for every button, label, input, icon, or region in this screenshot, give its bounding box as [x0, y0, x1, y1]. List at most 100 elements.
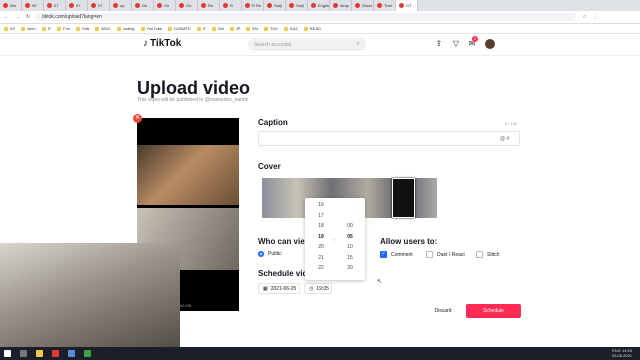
browser-tab[interactable]: Tree — [374, 0, 396, 11]
privacy-public-option[interactable]: Public — [258, 251, 282, 257]
bookmark-label: IT — [202, 26, 207, 31]
browser-tab[interactable]: strap — [330, 0, 352, 11]
bookmark-item[interactable]: KZ — [4, 26, 15, 31]
search-placeholder: Search accounts — [254, 41, 292, 48]
upload-icon[interactable]: ⇪ — [434, 39, 444, 49]
tab-favicon-icon — [311, 3, 316, 8]
minute-column[interactable]: 00 05 10 15 20 — [340, 223, 360, 272]
avatar[interactable] — [485, 39, 495, 49]
bookmark-label: Dili — [218, 26, 224, 31]
remove-video-button[interactable]: ✕ — [133, 114, 142, 123]
browser-tab[interactable]: Sarji — [264, 0, 286, 11]
browser-tab[interactable]: Englis — [308, 0, 330, 11]
tab-label: Glose — [362, 3, 373, 8]
bookmark-item[interactable]: JP — [229, 26, 241, 31]
bookmark-item[interactable]: READ — [303, 26, 321, 31]
search-taskbar-icon[interactable] — [20, 350, 27, 357]
chrome-icon[interactable] — [52, 350, 59, 357]
app-icon[interactable] — [68, 350, 75, 357]
browser-tab[interactable]: We — [0, 0, 22, 11]
browser-tab[interactable]: R — [220, 0, 242, 11]
time-option[interactable]: 10 — [340, 244, 360, 251]
browser-tab[interactable]: 0E — [22, 0, 44, 11]
time-separator: : — [334, 238, 336, 244]
inbox-filter-icon[interactable]: ▽ — [451, 39, 461, 49]
hour-column[interactable]: 16 17 18 19 20 21 22 — [311, 202, 331, 272]
search-icon[interactable]: ⌕ — [357, 41, 360, 48]
address-bar[interactable]: tiktok.com/upload?lang=en — [36, 13, 577, 21]
time-option[interactable]: 18 — [311, 223, 331, 230]
bookmark-label: Aero — [27, 26, 36, 31]
browser-tab[interactable]: 07 — [44, 0, 66, 11]
bookmark-item[interactable]: WDC — [95, 26, 111, 31]
time-option[interactable]: 00 — [340, 223, 360, 230]
back-icon[interactable]: ← — [4, 14, 9, 20]
bookmark-item[interactable]: IT — [196, 26, 207, 31]
schedule-time-field[interactable]: ◷ 19:05 — [304, 283, 332, 294]
hashtag-icon[interactable]: # — [506, 136, 509, 142]
discard-button[interactable]: Discard — [420, 304, 466, 318]
reload-icon[interactable]: ↻ — [26, 14, 30, 20]
caption-input[interactable] — [258, 131, 520, 146]
stitch-checkbox[interactable] — [476, 251, 483, 258]
allow-users-label: Allow users to: — [380, 237, 438, 246]
bookmark-item[interactable]: DONATE — [168, 26, 191, 31]
browser-tab[interactable]: R Re — [242, 0, 264, 11]
schedule-button[interactable]: Schedule — [466, 304, 521, 318]
browser-tab[interactable]: up — [110, 0, 132, 11]
at-mention-icon[interactable]: @ — [500, 136, 505, 142]
time-option[interactable]: 16 — [311, 202, 331, 209]
bookmark-item[interactable]: EN — [246, 26, 258, 31]
browser-tab[interactable]: Glose — [352, 0, 374, 11]
windows-start-icon[interactable] — [4, 350, 11, 357]
bookmark-label: JP — [235, 26, 241, 31]
cover-selector[interactable] — [392, 178, 415, 218]
bookmark-item[interactable]: Fun — [57, 26, 70, 31]
allow-comment[interactable]: ✓ Comment — [380, 251, 413, 258]
explorer-icon[interactable] — [36, 350, 43, 357]
time-option[interactable]: 19 — [311, 234, 331, 241]
bookmark-item[interactable]: Aero — [21, 26, 36, 31]
allow-duet[interactable]: Duet / React — [426, 251, 465, 258]
browser-tab[interactable]: Re — [198, 0, 220, 11]
bookmark-item[interactable]: TUK — [263, 26, 278, 31]
browser-tab[interactable]: GT — [396, 0, 418, 11]
forward-icon[interactable]: → — [15, 14, 20, 20]
time-option[interactable]: 17 — [311, 213, 331, 220]
browser-tab[interactable]: 07 — [88, 0, 110, 11]
logo-text: TikTok — [150, 38, 182, 49]
folder-icon — [196, 26, 201, 31]
bookmark-item[interactable]: KAZ — [283, 26, 298, 31]
tiktok-logo[interactable]: ♪ TikTok — [143, 38, 181, 49]
bookmark-item[interactable]: coding — [116, 26, 135, 31]
tab-label: Tree — [384, 3, 393, 8]
browser-tab[interactable]: Ge — [132, 0, 154, 11]
bookmark-item[interactable]: Soft — [76, 26, 89, 31]
browser-tab[interactable]: Sarji — [286, 0, 308, 11]
browser-tab[interactable]: 07 — [66, 0, 88, 11]
browser-tab-strip: We 0E 07 07 07 up Ge Ge Go Re R R Re Sarji Sarji Engli… — [0, 0, 640, 11]
time-option[interactable]: 15 — [340, 255, 360, 262]
comment-checkbox[interactable]: ✓ — [380, 251, 387, 258]
time-option[interactable]: 21 — [311, 255, 331, 262]
allow-stitch[interactable]: Stitch — [476, 251, 500, 258]
duet-checkbox[interactable] — [426, 251, 433, 258]
bookmark-item[interactable]: YouTube — [140, 26, 162, 31]
schedule-date-field[interactable]: ▦ 2021-06-25 — [258, 283, 300, 294]
bookmark-item[interactable]: IT — [41, 26, 51, 31]
time-option[interactable]: 22 — [311, 265, 331, 272]
tab-favicon-icon — [25, 3, 30, 8]
extensions-icon[interactable]: ⋮ — [593, 14, 598, 20]
app-icon[interactable] — [84, 350, 91, 357]
browser-tab[interactable]: Ge — [154, 0, 176, 11]
time-option[interactable]: 05 — [340, 234, 360, 241]
search-input[interactable]: Search accounts ⌕ — [248, 38, 366, 51]
public-radio[interactable] — [258, 251, 264, 257]
browser-tab[interactable]: Go — [176, 0, 198, 11]
star-icon[interactable]: ☆ — [582, 14, 586, 20]
time-option[interactable]: 20 — [340, 265, 360, 272]
bookmark-label: coding — [122, 26, 135, 31]
bookmark-item[interactable]: Dili — [212, 26, 224, 31]
caption-icons: @ # — [500, 136, 509, 142]
time-option[interactable]: 20 — [311, 244, 331, 251]
